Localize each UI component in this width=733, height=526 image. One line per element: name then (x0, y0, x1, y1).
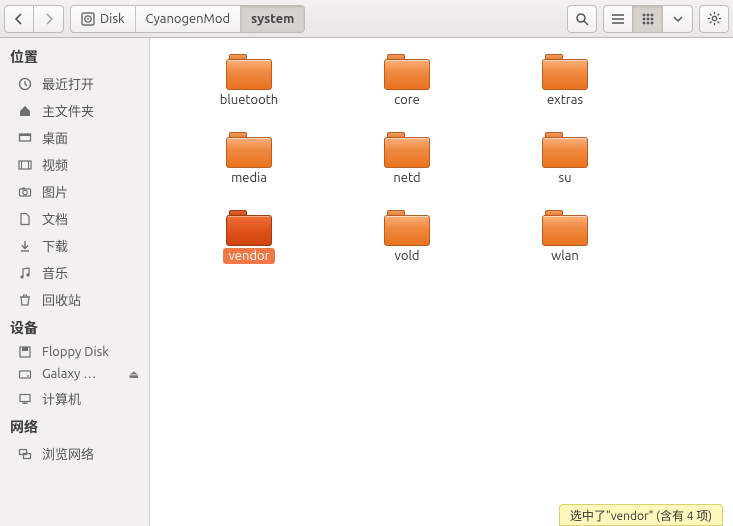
sidebar-item-label: 最近打开 (42, 74, 94, 93)
sidebar-item-label: Galaxy … (42, 367, 96, 381)
folder-label: core (389, 92, 425, 108)
folder-label: vold (390, 248, 425, 264)
view-dropdown-button[interactable] (663, 5, 693, 33)
folder-item[interactable]: extras (486, 52, 644, 130)
folder-item[interactable]: vold (328, 208, 486, 286)
video-icon (18, 158, 34, 172)
path-label: system (251, 12, 294, 26)
folder-icon (542, 132, 588, 168)
path-label: CyanogenMod (146, 12, 231, 26)
save-icon (18, 345, 34, 359)
folder-label: bluetooth (215, 92, 283, 108)
folder-icon (384, 132, 430, 168)
list-icon (611, 13, 625, 25)
trash-icon (18, 293, 34, 307)
path-bar: Disk CyanogenMod system (70, 5, 305, 33)
clock-icon (18, 77, 34, 91)
sidebar-heading: 网络 (0, 412, 149, 440)
path-segment-cyanogen[interactable]: CyanogenMod (136, 6, 242, 32)
forward-button[interactable] (34, 5, 64, 33)
folder-icon (226, 132, 272, 168)
folder-icon (384, 210, 430, 246)
sidebar-item[interactable]: 浏览网络 (0, 440, 149, 467)
sidebar-item[interactable]: 回收站 (0, 286, 149, 313)
sidebar-item[interactable]: 视频 (0, 151, 149, 178)
sidebar-item-label: 浏览网络 (42, 444, 94, 463)
folder-item[interactable]: vendor (170, 208, 328, 286)
folder-item[interactable]: wlan (486, 208, 644, 286)
folder-icon (542, 54, 588, 90)
folder-icon (384, 54, 430, 90)
path-segment-disk[interactable]: Disk (71, 6, 136, 32)
folder-item[interactable]: netd (328, 130, 486, 208)
down-icon (18, 239, 34, 253)
search-icon (575, 12, 589, 26)
net-icon (18, 447, 34, 461)
file-view[interactable]: bluetooth core extras media netd su vendor vold… (150, 38, 733, 526)
nav-back-forward (4, 5, 64, 33)
sidebar-item[interactable]: Floppy Disk (0, 341, 149, 363)
chevron-down-icon (673, 15, 683, 23)
sidebar-item[interactable]: 文档 (0, 205, 149, 232)
sidebar-heading: 位置 (0, 42, 149, 70)
sidebar-item[interactable]: 计算机 (0, 385, 149, 412)
folder-icon (226, 54, 272, 90)
sidebar-heading: 设备 (0, 313, 149, 341)
folder-item[interactable]: bluetooth (170, 52, 328, 130)
folder-icon (226, 210, 272, 246)
icon-grid: bluetooth core extras media netd su vendor vold… (150, 38, 733, 300)
folder-label: wlan (546, 248, 584, 264)
sidebar-item-label: 下载 (42, 236, 68, 255)
sidebar-item-label: Floppy Disk (42, 345, 109, 359)
camera-icon (18, 185, 34, 199)
list-view-button[interactable] (603, 5, 633, 33)
music-icon (18, 266, 34, 280)
doc-icon (18, 212, 34, 226)
comp-icon (18, 392, 34, 406)
sidebar-item-label: 音乐 (42, 263, 68, 282)
sidebar-item-label: 视频 (42, 155, 68, 174)
sidebar-item-label: 桌面 (42, 128, 68, 147)
folder-label: extras (542, 92, 588, 108)
status-bar: 选中了"vendor" (含有 4 项) (559, 504, 723, 526)
path-segment-system[interactable]: system (241, 6, 304, 32)
folder-item[interactable]: media (170, 130, 328, 208)
icon-view-button[interactable] (633, 5, 663, 33)
sidebar-item[interactable]: 音乐 (0, 259, 149, 286)
sidebar-item[interactable]: 下载 (0, 232, 149, 259)
sidebar-item[interactable]: 桌面 (0, 124, 149, 151)
folder-icon (542, 210, 588, 246)
sidebar-item[interactable]: Galaxy … ⏏ (0, 363, 149, 385)
sidebar-item-label: 图片 (42, 182, 68, 201)
desk-icon (18, 131, 34, 145)
content-area: 位置最近打开主文件夹桌面视频图片文档下载音乐回收站设备 Floppy Disk Ga… (0, 38, 733, 526)
disk-icon (81, 12, 95, 26)
drive-icon (18, 367, 34, 381)
folder-item[interactable]: su (486, 130, 644, 208)
menu-button[interactable] (699, 5, 729, 33)
folder-label: netd (388, 170, 425, 186)
eject-icon[interactable]: ⏏ (129, 368, 139, 381)
status-text: 选中了"vendor" (含有 4 项) (570, 507, 712, 524)
view-switcher (603, 5, 693, 33)
gear-icon (707, 11, 722, 26)
search-button[interactable] (567, 5, 597, 33)
sidebar-item-label: 回收站 (42, 290, 81, 309)
sidebar-item[interactable]: 主文件夹 (0, 97, 149, 124)
back-button[interactable] (4, 5, 34, 33)
folder-label: media (226, 170, 272, 186)
home-icon (18, 104, 34, 118)
path-label: Disk (100, 12, 125, 26)
toolbar: Disk CyanogenMod system (0, 0, 733, 38)
folder-label: su (553, 170, 576, 186)
grid-icon (642, 13, 654, 25)
sidebar-item[interactable]: 最近打开 (0, 70, 149, 97)
sidebar-item-label: 计算机 (42, 389, 81, 408)
sidebar-item-label: 主文件夹 (42, 101, 94, 120)
sidebar-item[interactable]: 图片 (0, 178, 149, 205)
folder-label: vendor (223, 248, 274, 264)
sidebar: 位置最近打开主文件夹桌面视频图片文档下载音乐回收站设备 Floppy Disk Ga… (0, 38, 150, 526)
folder-item[interactable]: core (328, 52, 486, 130)
sidebar-item-label: 文档 (42, 209, 68, 228)
